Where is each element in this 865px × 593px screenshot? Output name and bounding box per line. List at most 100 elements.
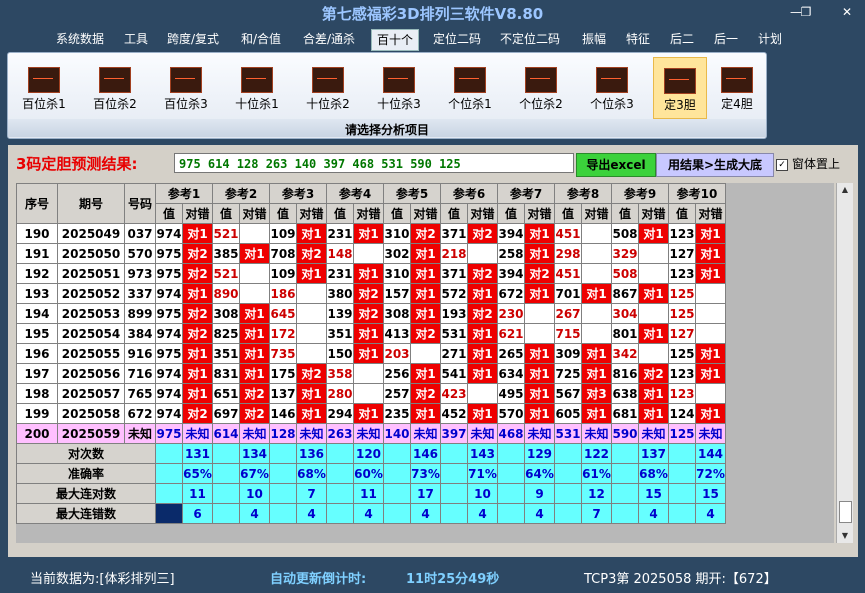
hit-header: 对错 [239, 203, 270, 224]
stats-row: 最大连错数 6 4 4 4 4 4 4 7 4 4 [16, 503, 726, 524]
ref-value: 172 [269, 323, 297, 344]
ref-hit: 对1 [182, 283, 213, 304]
always-on-top-checkbox[interactable]: ✓ 窗体置上 [776, 155, 840, 172]
ref-hit: 对1 [581, 283, 612, 304]
ref-hit: 对2 [467, 263, 498, 284]
stats-spacer [668, 483, 696, 504]
ribbon-units-kill-2[interactable]: 个位杀2 [515, 57, 567, 117]
ref-hit [296, 323, 327, 344]
ribbon-hundreds-kill-1[interactable]: 百位杀1 [18, 57, 70, 117]
ref-hit: 对1 [467, 343, 498, 364]
ref-value: 258 [497, 243, 525, 264]
menu-tools[interactable]: 工具 [124, 29, 148, 49]
table-row[interactable]: 195 2025054 384 974 对2 825 对1 172 351 对1 413 对2 531 对… [16, 323, 726, 344]
stats-value: 10 [467, 483, 498, 504]
stats-spacer [497, 463, 525, 484]
ref-value: 801 [611, 323, 639, 344]
close-button[interactable]: ✕ [837, 4, 857, 20]
ref-hit: 对1 [296, 263, 327, 284]
ref-value: 634 [497, 363, 525, 384]
export-excel-button[interactable]: 导出excel [576, 153, 656, 177]
scroll-down-icon[interactable]: ▼ [837, 529, 853, 543]
result-label: 3码定胆预测结果: [16, 155, 138, 173]
table-row[interactable]: 190 2025049 037 974 对1 521 109 对1 231 对1 310 对2 371 对… [16, 223, 726, 244]
row-period: 2025050 [57, 243, 125, 264]
menu-span[interactable]: 跨度/复式 [167, 29, 219, 49]
ribbon-units-kill-3[interactable]: 个位杀3 [586, 57, 638, 117]
ref-header: 参考4 [326, 183, 384, 204]
ribbon-fix-4-dan[interactable]: 定4胆 [711, 57, 763, 117]
ref-hit [524, 323, 555, 344]
menu-diff[interactable]: 合差/通杀 [303, 29, 355, 49]
ref-hit [467, 383, 498, 404]
prediction-status: 未知 [296, 423, 327, 444]
prediction-value: 975 [155, 423, 183, 444]
menu-amplitude[interactable]: 振幅 [582, 29, 606, 49]
vertical-scrollbar[interactable]: ▲ ▼ [836, 183, 853, 543]
ref-value: 310 [383, 263, 411, 284]
restore-button[interactable]: ❐ [796, 4, 816, 20]
result-field[interactable]: 975 614 128 263 140 397 468 531 590 125 [174, 153, 574, 173]
table-row[interactable]: 199 2025058 672 974 对2 697 对2 146 对1 294 对1 235 对1 45… [16, 403, 726, 424]
table-row[interactable]: 193 2025052 337 974 对1 890 186 380 对2 157 对1 572 对1 6… [16, 283, 726, 304]
prediction-value: 614 [212, 423, 240, 444]
ribbon-tens-kill-1[interactable]: 十位杀1 [231, 57, 283, 117]
ribbon-hundreds-kill-3[interactable]: 百位杀3 [160, 57, 212, 117]
ref-hit: 对2 [182, 263, 213, 284]
stats-value: 144 [695, 443, 726, 464]
table-row[interactable]: 196 2025055 916 975 对1 351 对1 735 150 对1 203 271 对1 2… [16, 343, 726, 364]
menu-sum[interactable]: 和/合值 [241, 29, 281, 49]
stats-value: 68% [296, 463, 327, 484]
ref-hit [581, 223, 612, 244]
row-period: 2025054 [57, 323, 125, 344]
stats-value: 15 [638, 483, 669, 504]
stats-spacer [611, 463, 639, 484]
menu-last-two[interactable]: 后二 [670, 29, 694, 49]
menu-unfixed-two[interactable]: 不定位二码 [500, 29, 560, 49]
stats-label: 最大连错数 [16, 503, 156, 524]
ref-value: 267 [554, 303, 582, 324]
stats-spacer [155, 483, 183, 504]
menu-last-one[interactable]: 后一 [714, 29, 738, 49]
table-row[interactable]: 198 2025057 765 974 对1 651 对2 137 对1 280 257 对2 423 4… [16, 383, 726, 404]
stats-spacer [383, 463, 411, 484]
ref-hit: 对1 [182, 383, 213, 404]
menu-feature[interactable]: 特征 [626, 29, 650, 49]
menu-plan[interactable]: 计划 [758, 29, 782, 49]
row-number: 716 [124, 363, 156, 384]
ribbon-hundreds-kill-2[interactable]: 百位杀2 [89, 57, 141, 117]
stats-value: 4 [524, 503, 555, 524]
ref-value: 231 [326, 263, 354, 284]
ref-value: 715 [554, 323, 582, 344]
ref-value: 125 [668, 303, 696, 324]
ref-hit [581, 263, 612, 284]
scroll-thumb[interactable] [839, 501, 852, 523]
table-row[interactable]: 197 2025056 716 974 对1 831 对1 175 对2 358 256 对1 541 对… [16, 363, 726, 384]
ribbon-tens-kill-2[interactable]: 十位杀2 [302, 57, 354, 117]
menu-position[interactable]: 百十个 [371, 29, 420, 51]
ref-value: 423 [440, 383, 468, 404]
ribbon-fix-3-dan[interactable]: 定3胆 [653, 57, 707, 119]
prediction-status: 未知 [353, 423, 384, 444]
ribbon-tens-kill-3[interactable]: 十位杀3 [373, 57, 425, 117]
ref-value: 495 [497, 383, 525, 404]
generate-base-button[interactable]: 用结果>生成大底 [656, 153, 774, 177]
ref-hit: 对1 [638, 223, 669, 244]
ref-hit: 对1 [524, 223, 555, 244]
ref-value: 452 [440, 403, 468, 424]
table-row[interactable]: 194 2025053 899 975 对2 308 对1 645 139 对2 308 对1 193 对… [16, 303, 726, 324]
ref-value: 816 [611, 363, 639, 384]
ref-hit: 对1 [638, 323, 669, 344]
menu-fixed-two[interactable]: 定位二码 [433, 29, 481, 49]
ref-value: 672 [497, 283, 525, 304]
table-row[interactable]: 192 2025051 973 975 对2 521 109 对1 231 对1 310 对1 371 对… [16, 263, 726, 284]
header-row: 序号 期号 号码 参考1 参考2 参考3 参考4 参考5 参考6 参考7 参考8 参考9 参考10 [16, 183, 726, 224]
scroll-up-icon[interactable]: ▲ [837, 183, 853, 197]
ref-value: 975 [155, 243, 183, 264]
checkbox-icon[interactable]: ✓ [776, 158, 788, 171]
ref-value: 521 [212, 223, 240, 244]
ribbon-units-kill-1[interactable]: 个位杀1 [444, 57, 496, 117]
ref-hit: 对1 [296, 403, 327, 424]
table-row[interactable]: 191 2025050 570 975 对2 385 对1 708 对2 148 302 对1 218 2… [16, 243, 726, 264]
menu-system-data[interactable]: 系统数据 [56, 29, 104, 49]
